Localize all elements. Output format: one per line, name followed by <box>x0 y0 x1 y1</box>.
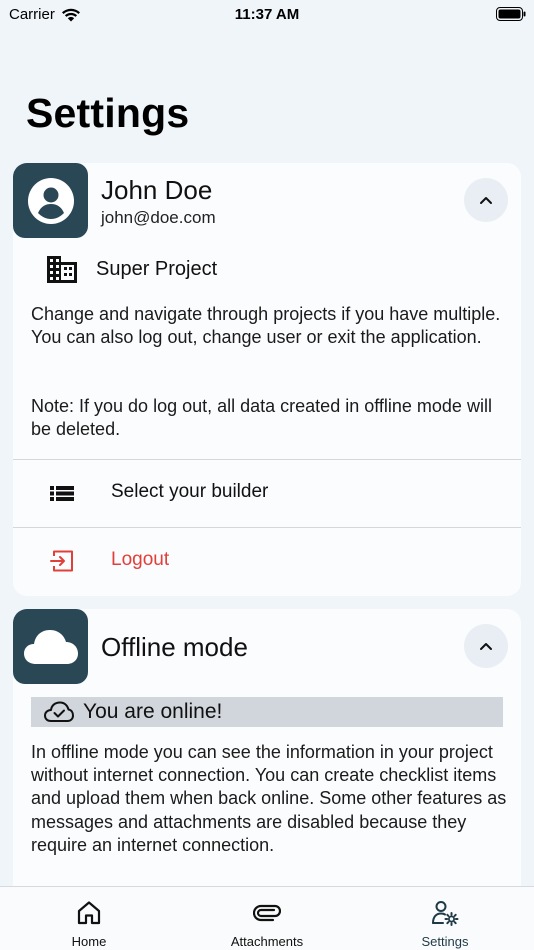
offline-description: In offline mode you can see the informat… <box>31 742 507 855</box>
offline-title: Offline mode <box>101 632 248 662</box>
status-bar: Carrier 11:37 AM <box>0 0 534 30</box>
cloud-icon <box>23 629 78 664</box>
offline-tile <box>13 609 88 684</box>
user-email: john@doe.com <box>101 208 216 227</box>
user-settings-icon <box>432 901 459 926</box>
user-name: John Doe <box>101 175 213 205</box>
online-status-banner: You are online! <box>31 697 503 727</box>
tab-settings-label: Settings <box>421 934 469 949</box>
project-name: Super Project <box>96 257 218 280</box>
offline-mode-card: Offline mode You are online! In offline … <box>13 609 521 899</box>
project-row[interactable]: Super Project <box>46 254 217 284</box>
tab-home[interactable]: Home <box>0 887 178 950</box>
user-circle-icon <box>27 177 74 224</box>
list-icon <box>50 486 74 501</box>
select-builder-button[interactable]: Select your builder <box>13 460 521 526</box>
account-description: Change and navigate through projects if … <box>31 304 501 348</box>
battery-icon <box>496 7 526 21</box>
paperclip-icon <box>253 904 281 922</box>
status-time: 11:37 AM <box>234 6 300 23</box>
select-builder-label: Select your builder <box>111 481 269 502</box>
chevron-up-icon <box>480 642 492 650</box>
tab-attachments[interactable]: Attachments <box>178 887 356 950</box>
page-title: Settings <box>26 90 190 136</box>
collapse-account-button[interactable] <box>464 178 508 222</box>
tab-home-label: Home <box>71 934 107 949</box>
tab-bar: Home Attachments Settings <box>0 886 534 950</box>
logout-icon <box>50 550 73 572</box>
account-card: John Doe john@doe.com Super Project Chan… <box>13 163 521 596</box>
chevron-up-icon <box>480 196 492 204</box>
online-status-text: You are online! <box>83 700 223 723</box>
tab-settings[interactable]: Settings <box>356 887 534 950</box>
collapse-offline-button[interactable] <box>464 624 508 668</box>
cloud-check-icon <box>44 701 74 722</box>
tab-attachments-label: Attachments <box>230 934 304 949</box>
logout-button[interactable]: Logout <box>13 528 521 594</box>
logout-note: Note: If you do log out, all data create… <box>31 396 492 440</box>
building-icon <box>47 256 77 283</box>
avatar <box>13 163 88 238</box>
logout-label: Logout <box>111 549 170 570</box>
home-icon <box>77 901 101 925</box>
